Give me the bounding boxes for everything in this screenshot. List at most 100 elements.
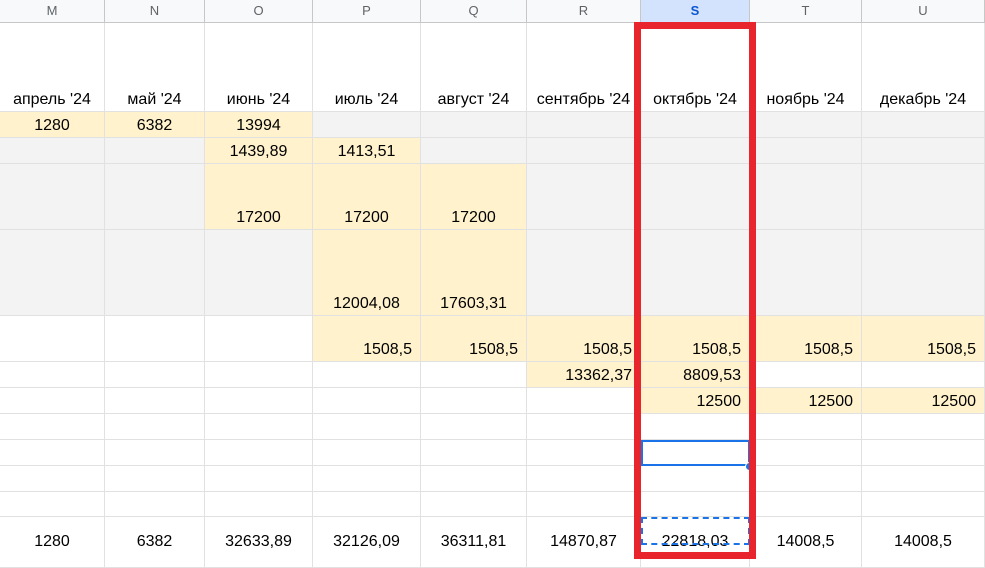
month-header-q[interactable]: август '24 <box>421 23 527 112</box>
empty-cell[interactable] <box>0 492 105 517</box>
cell-q-row-9[interactable] <box>421 440 527 466</box>
empty-cell[interactable] <box>527 492 641 517</box>
column-header-n[interactable]: N <box>105 0 205 22</box>
cell-o-row-6[interactable] <box>205 362 313 388</box>
cell-m-row-2[interactable] <box>0 138 105 164</box>
cell-r-row-1[interactable] <box>527 112 641 138</box>
empty-cell[interactable] <box>313 492 421 517</box>
cell-n-row-10[interactable] <box>105 466 205 492</box>
cell-p-row-9[interactable] <box>313 440 421 466</box>
cell-q-row-2[interactable] <box>421 138 527 164</box>
cell-t-row-2[interactable] <box>750 138 862 164</box>
cell-t-row-5[interactable]: 1508,5 <box>750 316 862 362</box>
cell-u-row-1[interactable] <box>862 112 985 138</box>
cell-s-row-10[interactable] <box>641 466 750 492</box>
cell-q-row-5[interactable]: 1508,5 <box>421 316 527 362</box>
month-header-p[interactable]: июль '24 <box>313 23 421 112</box>
cell-u-row-5[interactable]: 1508,5 <box>862 316 985 362</box>
cell-p-row-3[interactable]: 17200 <box>313 164 421 230</box>
cell-n-row-2[interactable] <box>105 138 205 164</box>
cell-t-row-8[interactable] <box>750 414 862 440</box>
cell-q-row-1[interactable] <box>421 112 527 138</box>
column-header-p[interactable]: P <box>313 0 421 22</box>
cell-n-row-3[interactable] <box>105 164 205 230</box>
empty-cell[interactable] <box>421 492 527 517</box>
cell-m-row-8[interactable] <box>0 414 105 440</box>
cell-s-row-5[interactable]: 1508,5 <box>641 316 750 362</box>
cell-t-row-7[interactable]: 12500 <box>750 388 862 414</box>
cell-n-row-4[interactable] <box>105 230 205 316</box>
cell-n-row-6[interactable] <box>105 362 205 388</box>
cell-o-row-11[interactable]: 32633,89 <box>205 517 313 568</box>
cell-q-row-4[interactable]: 17603,31 <box>421 230 527 316</box>
cell-p-row-2[interactable]: 1413,51 <box>313 138 421 164</box>
cell-s-row-8[interactable] <box>641 414 750 440</box>
cell-r-row-9[interactable] <box>527 440 641 466</box>
cell-s-row-7[interactable]: 12500 <box>641 388 750 414</box>
month-header-s[interactable]: октябрь '24 <box>641 23 750 112</box>
cell-m-row-7[interactable] <box>0 388 105 414</box>
cell-u-row-4[interactable] <box>862 230 985 316</box>
cell-s-row-6[interactable]: 8809,53 <box>641 362 750 388</box>
cell-s-row-4[interactable] <box>641 230 750 316</box>
cell-r-row-3[interactable] <box>527 164 641 230</box>
cell-n-row-5[interactable] <box>105 316 205 362</box>
cell-r-row-5[interactable]: 1508,5 <box>527 316 641 362</box>
cell-p-row-6[interactable] <box>313 362 421 388</box>
cell-r-row-11[interactable]: 14870,87 <box>527 517 641 568</box>
cell-r-row-6[interactable]: 13362,37 <box>527 362 641 388</box>
cell-p-row-7[interactable] <box>313 388 421 414</box>
cell-r-row-8[interactable] <box>527 414 641 440</box>
cell-m-row-6[interactable] <box>0 362 105 388</box>
cell-p-row-8[interactable] <box>313 414 421 440</box>
cell-o-row-10[interactable] <box>205 466 313 492</box>
cell-r-row-7[interactable] <box>527 388 641 414</box>
cell-o-row-9[interactable] <box>205 440 313 466</box>
cell-s-row-11[interactable]: 22818,03 <box>641 517 750 568</box>
cell-o-row-8[interactable] <box>205 414 313 440</box>
cell-p-row-4[interactable]: 12004,08 <box>313 230 421 316</box>
cell-p-row-11[interactable]: 32126,09 <box>313 517 421 568</box>
cell-m-row-3[interactable] <box>0 164 105 230</box>
cell-u-row-10[interactable] <box>862 466 985 492</box>
cell-p-row-1[interactable] <box>313 112 421 138</box>
empty-cell[interactable] <box>641 492 750 517</box>
cell-o-row-7[interactable] <box>205 388 313 414</box>
empty-cell[interactable] <box>750 492 862 517</box>
cell-o-row-5[interactable] <box>205 316 313 362</box>
cell-u-row-3[interactable] <box>862 164 985 230</box>
cell-t-row-10[interactable] <box>750 466 862 492</box>
cell-m-row-1[interactable]: 1280 <box>0 112 105 138</box>
cell-m-row-9[interactable] <box>0 440 105 466</box>
cell-m-row-4[interactable] <box>0 230 105 316</box>
column-header-m[interactable]: M <box>0 0 105 22</box>
cell-q-row-10[interactable] <box>421 466 527 492</box>
cell-m-row-11[interactable]: 1280 <box>0 517 105 568</box>
cell-o-row-4[interactable] <box>205 230 313 316</box>
column-header-o[interactable]: O <box>205 0 313 22</box>
cell-n-row-9[interactable] <box>105 440 205 466</box>
cell-q-row-3[interactable]: 17200 <box>421 164 527 230</box>
cell-q-row-8[interactable] <box>421 414 527 440</box>
cell-t-row-9[interactable] <box>750 440 862 466</box>
cell-r-row-2[interactable] <box>527 138 641 164</box>
cell-o-row-3[interactable]: 17200 <box>205 164 313 230</box>
month-header-m[interactable]: апрель '24 <box>0 23 105 112</box>
cell-q-row-11[interactable]: 36311,81 <box>421 517 527 568</box>
cell-m-row-10[interactable] <box>0 466 105 492</box>
cell-p-row-5[interactable]: 1508,5 <box>313 316 421 362</box>
cell-u-row-2[interactable] <box>862 138 985 164</box>
cell-q-row-6[interactable] <box>421 362 527 388</box>
fill-handle[interactable] <box>745 462 754 471</box>
cell-s-row-3[interactable] <box>641 164 750 230</box>
cell-o-row-1[interactable]: 13994 <box>205 112 313 138</box>
empty-cell[interactable] <box>105 492 205 517</box>
cell-u-row-11[interactable]: 14008,5 <box>862 517 985 568</box>
cell-r-row-4[interactable] <box>527 230 641 316</box>
empty-cell[interactable] <box>862 492 985 517</box>
cell-t-row-3[interactable] <box>750 164 862 230</box>
column-header-s[interactable]: S <box>641 0 750 22</box>
empty-cell[interactable] <box>205 492 313 517</box>
cell-m-row-5[interactable] <box>0 316 105 362</box>
cell-s-row-9[interactable] <box>641 440 750 466</box>
